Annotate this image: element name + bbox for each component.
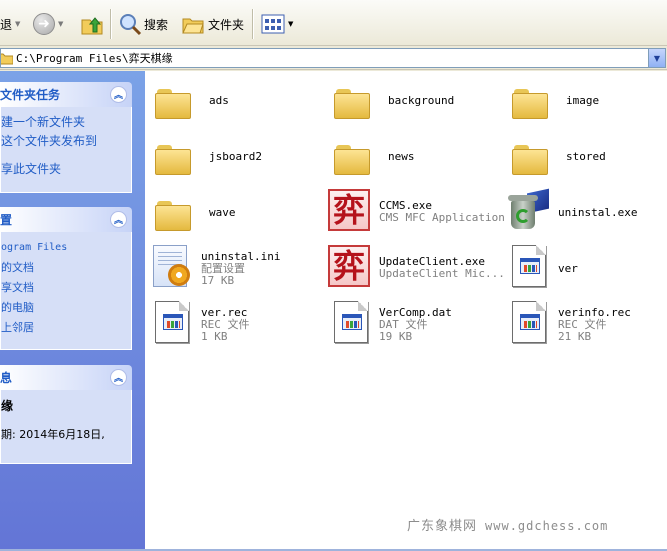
- details-panel: 息 ︽ 缘 期: 2014年6月18日,: [0, 365, 132, 464]
- toolbar-separator: [110, 9, 111, 39]
- details-folder-name: 缘: [1, 399, 14, 413]
- watermark-text: 广东象棋网: [407, 519, 478, 534]
- document-icon: [512, 245, 546, 287]
- file-size: 19 KB: [379, 330, 413, 343]
- folder-icon: [334, 145, 370, 175]
- search-button[interactable]: 搜索: [118, 9, 168, 39]
- place-my-documents[interactable]: 的文档: [1, 258, 131, 278]
- place-network-places[interactable]: 上邻居: [1, 318, 131, 338]
- forward-arrow-icon: ➜: [33, 13, 55, 35]
- file-name: stored: [566, 150, 606, 163]
- collapse-chevron-icon[interactable]: ︽: [110, 369, 127, 386]
- file-type: UpdateClient Mic...: [379, 267, 505, 280]
- views-dropdown-icon[interactable]: ▼: [288, 20, 293, 28]
- task-publish-folder[interactable]: 这个文件夹发布到: [1, 132, 131, 151]
- forward-button[interactable]: ➜ ▼: [33, 9, 63, 39]
- collapse-chevron-icon[interactable]: ︽: [110, 86, 127, 103]
- task-pane: 文件夹任务 ︽ 建一个新文件夹 这个文件夹发布到 享此文件夹 置 ︽ ogram…: [0, 71, 145, 549]
- task-publish-folder-continued[interactable]: [1, 151, 131, 160]
- place-shared-documents[interactable]: 享文档: [1, 278, 131, 298]
- folder-icon: [334, 89, 370, 119]
- folders-label: 文件夹: [208, 17, 245, 32]
- other-places-title: 置: [0, 213, 13, 227]
- file-size: 21 KB: [558, 330, 592, 343]
- file-size: 1 KB: [201, 330, 228, 343]
- document-icon: [334, 301, 368, 343]
- toolbar-separator: [252, 9, 253, 39]
- folder-tasks-title: 文件夹任务: [0, 88, 61, 102]
- address-dropdown-icon[interactable]: ▼: [648, 49, 665, 67]
- details-title: 息: [0, 371, 13, 385]
- uninstaller-icon: [505, 188, 549, 231]
- details-modified-date: 期: 2014年6月18日,: [1, 428, 105, 441]
- place-my-computer[interactable]: 的电脑: [1, 298, 131, 318]
- toolbar: 退 ▼ ➜ ▼ 搜索 文件夹 ▼: [0, 0, 667, 46]
- forward-dropdown-icon[interactable]: ▼: [58, 20, 63, 28]
- folder-icon: [155, 145, 191, 175]
- file-name: jsboard2: [209, 150, 262, 163]
- document-icon: [512, 301, 546, 343]
- other-places-body: ogram Files 的文档 享文档 的电脑 上邻居: [0, 232, 132, 350]
- folder-up-icon: [81, 17, 103, 35]
- details-header[interactable]: 息 ︽: [0, 365, 132, 390]
- folder-icon: [512, 89, 548, 119]
- views-grid-icon: [261, 14, 285, 34]
- file-type: CMS MFC Application: [379, 211, 505, 224]
- file-name: uninstal.exe: [558, 206, 638, 219]
- up-folder-button[interactable]: [80, 9, 104, 39]
- folder-icon: [155, 89, 191, 119]
- ccms-app-icon: 弈: [328, 189, 370, 231]
- file-name: image: [566, 94, 600, 107]
- back-dropdown-icon[interactable]: ▼: [15, 20, 20, 28]
- file-name: background: [388, 94, 455, 107]
- folder-tasks-body: 建一个新文件夹 这个文件夹发布到 享此文件夹: [0, 107, 132, 193]
- details-body: 缘 期: 2014年6月18日,: [0, 390, 132, 464]
- folders-icon: [182, 18, 204, 34]
- search-icon: [120, 14, 142, 36]
- updateclient-app-icon: 弈: [328, 245, 370, 287]
- watermark-url: www.gdchess.com: [485, 519, 609, 533]
- folder-icon: [1, 53, 13, 65]
- other-places-header[interactable]: 置 ︽: [0, 207, 132, 232]
- file-name: news: [388, 150, 415, 163]
- other-places-panel: 置 ︽ ogram Files 的文档 享文档 的电脑 上邻居: [0, 207, 132, 350]
- watermark: 广东象棋网 www.gdchess.com: [407, 515, 608, 534]
- address-input[interactable]: C:\Program Files\弈天棋缘 ▼: [0, 48, 666, 68]
- task-make-new-folder[interactable]: 建一个新文件夹: [1, 113, 131, 132]
- back-button[interactable]: 退 ▼: [0, 9, 20, 39]
- address-bar: C:\Program Files\弈天棋缘 ▼: [0, 46, 667, 70]
- search-label: 搜索: [144, 17, 169, 32]
- collapse-chevron-icon[interactable]: ︽: [110, 211, 127, 228]
- views-button[interactable]: ▼: [261, 9, 293, 39]
- folder-icon: [155, 201, 191, 231]
- address-path: C:\Program Files\弈天棋缘: [16, 52, 173, 65]
- document-icon: [155, 301, 189, 343]
- folder-tasks-panel: 文件夹任务 ︽ 建一个新文件夹 这个文件夹发布到 享此文件夹: [0, 82, 132, 193]
- place-program-files[interactable]: ogram Files: [1, 238, 131, 258]
- folders-button[interactable]: 文件夹: [181, 9, 244, 39]
- settings-file-icon: [153, 245, 190, 287]
- folder-icon: [512, 145, 548, 175]
- file-view: ads background image jsboard2 news store…: [145, 71, 667, 549]
- file-name: wave: [209, 206, 236, 219]
- file-name: ver: [558, 262, 578, 275]
- file-size: 17 KB: [201, 274, 235, 287]
- file-name: ads: [209, 94, 229, 107]
- back-label: 退: [0, 17, 13, 32]
- folder-tasks-header[interactable]: 文件夹任务 ︽: [0, 82, 132, 107]
- task-share-folder[interactable]: 享此文件夹: [1, 160, 131, 179]
